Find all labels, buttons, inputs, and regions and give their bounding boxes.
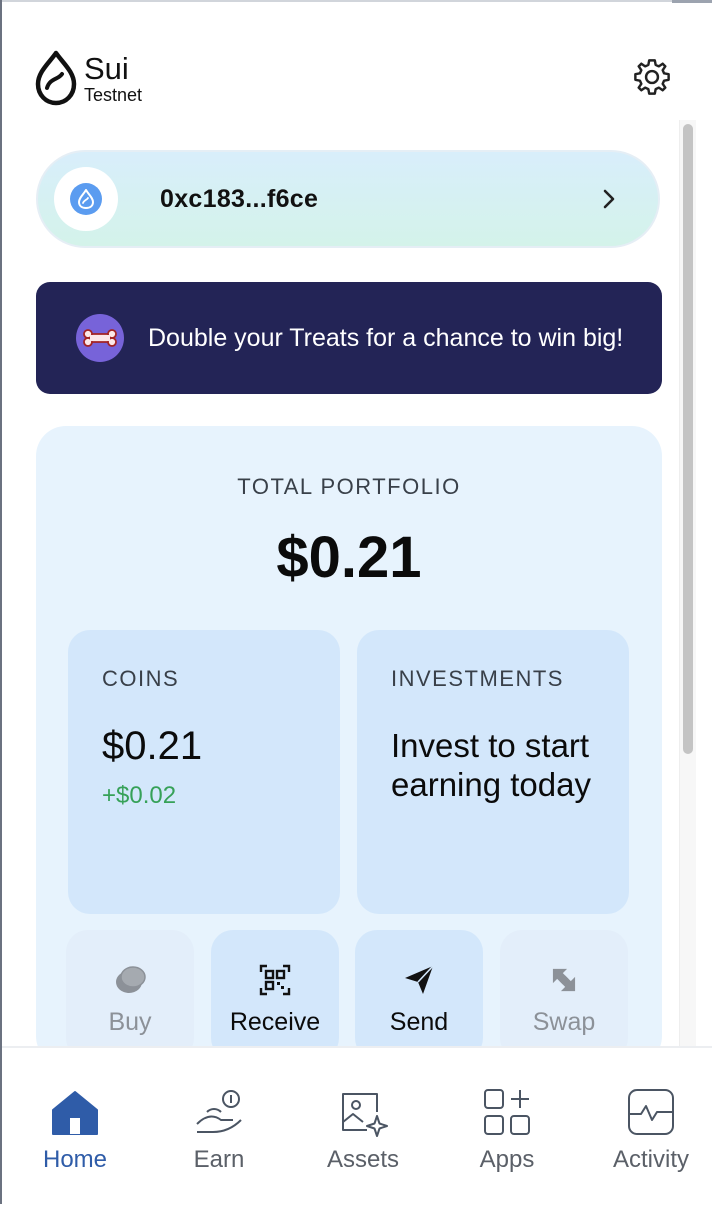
tab-assets-label: Assets [326,1146,400,1173]
account-address-button[interactable]: 0xc183...f6ce [36,150,660,248]
receive-button[interactable]: Receive [211,930,339,1046]
brand-name: Sui [84,50,129,86]
bottom-navigation: Home Earn Assets Apps Activity [2,1046,712,1206]
buy-label: Buy [108,1008,152,1036]
send-button[interactable]: Send [355,930,483,1046]
coins-value: $0.21 [102,724,203,768]
hand-coin-icon [196,1090,242,1133]
account-avatar [54,167,118,231]
banner-text: Double your Treats for a chance to win b… [148,323,624,352]
total-portfolio-label: TOTAL PORTFOLIO [237,474,461,499]
tab-apps-label: Apps [479,1146,535,1173]
coins-card[interactable]: COINS $0.21 +$0.02 [68,630,340,914]
investments-card[interactable]: INVESTMENTS Invest to start earning toda… [357,630,629,914]
investments-label: INVESTMENTS [391,666,564,691]
tab-apps[interactable]: Apps [436,1048,578,1206]
bone-icon [76,314,124,362]
swap-button[interactable]: Swap [500,930,628,1046]
swap-label: Swap [532,1008,596,1036]
send-label: Send [389,1008,449,1036]
scrollbar-thumb[interactable] [683,124,693,754]
tab-activity-label: Activity [612,1146,689,1173]
receive-label: Receive [229,1008,321,1036]
tab-earn-label: Earn [193,1146,245,1173]
swap-arrows-icon [552,968,576,992]
paper-plane-icon [405,965,434,994]
chevron-right-icon [603,189,615,209]
network-label: Testnet [84,84,143,105]
buy-button[interactable]: Buy [66,930,194,1046]
total-portfolio-value: $0.21 [276,525,422,590]
settings-gear-icon[interactable] [631,56,673,98]
sui-droplet-icon [77,189,95,209]
home-icon [52,1091,98,1135]
account-address: 0xc183...f6ce [160,184,319,213]
sui-drop-icon [35,50,77,106]
home-scroll-area: Sui Testnet 0xc183...f6ce Double your Tr… [2,2,696,1046]
tab-earn[interactable]: Earn [148,1048,290,1206]
tab-home[interactable]: Home [4,1048,146,1206]
tab-assets[interactable]: Assets [292,1048,434,1206]
investments-message: Invest to start earning today [391,727,591,803]
apps-grid-icon [484,1089,530,1135]
qr-code-icon [259,964,291,996]
sui-logo: Sui Testnet [34,50,142,106]
image-sparkle-icon [342,1093,388,1137]
coin-icon [116,966,146,993]
pulse-icon [628,1089,674,1135]
treats-promo-banner[interactable]: Double your Treats for a chance to win b… [36,282,662,394]
tab-home-label: Home [42,1146,108,1173]
coins-change: +$0.02 [102,782,177,809]
tab-activity[interactable]: Activity [580,1048,712,1206]
coins-label: COINS [102,666,180,691]
